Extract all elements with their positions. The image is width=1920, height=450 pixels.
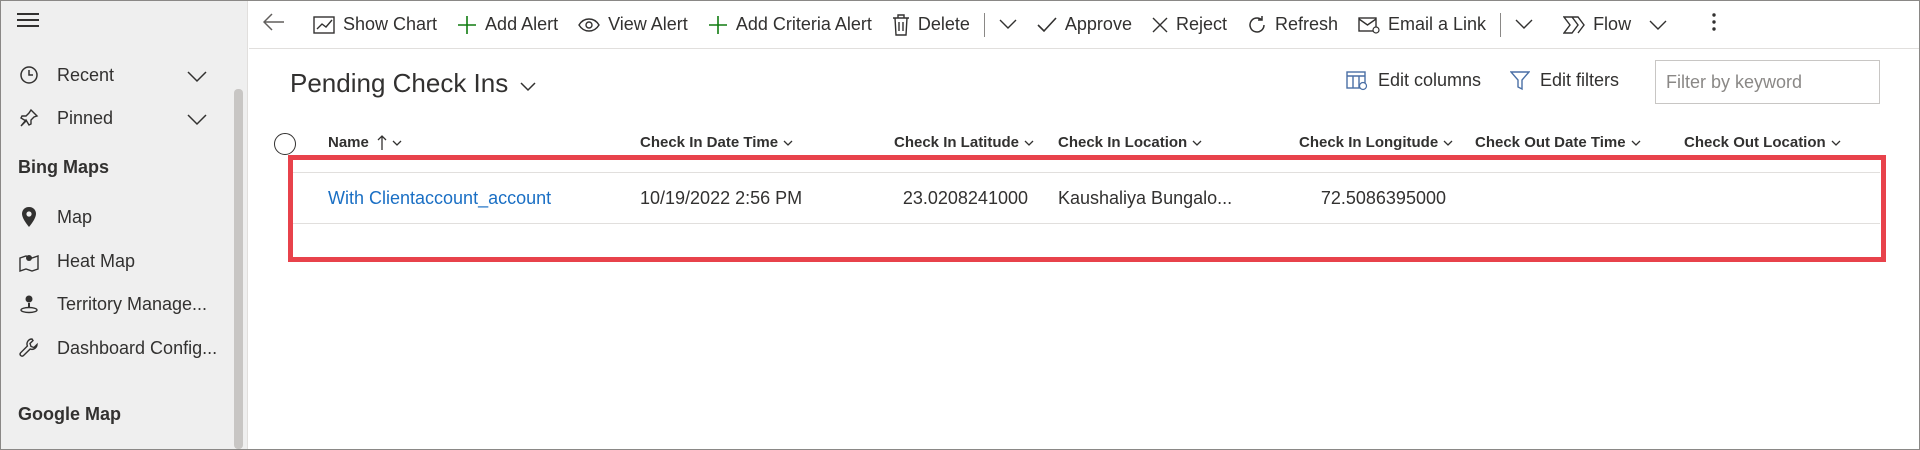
- close-icon: [1152, 17, 1168, 33]
- delete-button[interactable]: Delete: [882, 5, 980, 45]
- hamburger-menu-icon[interactable]: [17, 13, 39, 29]
- back-arrow-icon: [262, 13, 285, 36]
- sidebar-item-label: Recent: [57, 64, 115, 85]
- filter-icon: [1510, 70, 1530, 91]
- plus-icon: [457, 15, 477, 35]
- sidebar-item-label: Territory Manage...: [57, 293, 208, 314]
- chart-icon: [313, 15, 335, 35]
- checkmark-icon: [1037, 16, 1057, 33]
- edit-columns-icon: [1346, 70, 1368, 91]
- sort-ascending-icon: [377, 134, 387, 151]
- sidebar-item-dashboard-config[interactable]: Dashboard Config...: [1, 328, 233, 368]
- sidebar-item-recent[interactable]: Recent: [1, 55, 233, 95]
- column-header-check-out-date-time[interactable]: Check Out Date Time: [1475, 134, 1641, 151]
- sidebar-item-label: Pinned: [57, 107, 114, 128]
- flow-icon: [1563, 15, 1585, 34]
- chevron-down-icon: [392, 140, 402, 146]
- sidebar: Recent Pinned Bing Maps Map Heat Map Ter…: [1, 1, 248, 449]
- column-header-name[interactable]: Name: [328, 134, 402, 151]
- plus-icon: [708, 15, 728, 35]
- email-icon: [1358, 16, 1380, 34]
- column-header-check-in-latitude[interactable]: Check In Latitude: [894, 134, 1034, 151]
- email-link-button[interactable]: Email a Link: [1348, 5, 1496, 45]
- chevron-down-icon[interactable]: [187, 110, 207, 131]
- sidebar-item-territory-management[interactable]: Territory Manage...: [1, 284, 233, 324]
- approve-button[interactable]: Approve: [1027, 5, 1142, 45]
- wrench-icon: [17, 336, 41, 360]
- sidebar-item-heat-map[interactable]: Heat Map: [1, 241, 233, 281]
- reject-button[interactable]: Reject: [1142, 5, 1237, 45]
- column-header-check-out-location[interactable]: Check Out Location: [1684, 134, 1841, 151]
- clock-icon: [17, 63, 41, 87]
- view-alert-button[interactable]: View Alert: [568, 5, 698, 45]
- page-title: Pending Check Ins: [290, 68, 509, 98]
- chevron-down-icon: [999, 16, 1017, 34]
- more-email-options-button[interactable]: [1505, 5, 1543, 45]
- territory-icon: [17, 292, 41, 316]
- chevron-down-icon: [1631, 140, 1641, 146]
- filter-keyword-input[interactable]: [1655, 60, 1880, 104]
- sidebar-group-heading: Bing Maps: [18, 157, 110, 177]
- select-all-checkbox[interactable]: [274, 133, 296, 155]
- trash-icon: [892, 13, 910, 36]
- pin-icon: [17, 106, 41, 130]
- sidebar-item-label: Heat Map: [57, 250, 136, 271]
- divider: [983, 12, 985, 37]
- back-button[interactable]: [249, 5, 303, 45]
- eye-icon: [578, 17, 600, 32]
- chevron-down-icon: [1649, 20, 1667, 30]
- more-commands-button[interactable]: [1701, 5, 1727, 45]
- chevron-down-icon: [520, 68, 536, 99]
- divider: [1500, 12, 1502, 37]
- edit-columns-button[interactable]: Edit columns: [1346, 70, 1481, 91]
- sidebar-item-map[interactable]: Map: [1, 197, 233, 237]
- location-pin-icon: [17, 205, 41, 229]
- chevron-down-icon: [1443, 140, 1453, 146]
- sidebar-group-heading: Google Map: [18, 404, 121, 424]
- show-chart-button[interactable]: Show Chart: [303, 5, 447, 45]
- refresh-button[interactable]: Refresh: [1237, 5, 1348, 45]
- column-header-check-in-location[interactable]: Check In Location: [1058, 134, 1202, 151]
- chevron-down-icon: [1024, 140, 1034, 146]
- highlight-box: [288, 155, 1886, 262]
- more-vertical-icon: [1711, 12, 1717, 37]
- sidebar-item-pinned[interactable]: Pinned: [1, 98, 233, 138]
- chevron-down-icon: [783, 140, 793, 146]
- edit-filters-button[interactable]: Edit filters: [1510, 70, 1619, 91]
- heat-map-icon: [17, 249, 41, 273]
- sidebar-item-label: Map: [57, 206, 93, 227]
- column-header-check-in-longitude[interactable]: Check In Longitude: [1299, 134, 1453, 151]
- chevron-down-icon: [1192, 140, 1202, 146]
- chevron-down-icon: [1515, 16, 1533, 34]
- add-alert-button[interactable]: Add Alert: [447, 5, 568, 45]
- more-delete-options-button[interactable]: [989, 5, 1027, 45]
- refresh-icon: [1247, 15, 1267, 35]
- sidebar-scrollbar[interactable]: [234, 89, 243, 449]
- column-header-check-in-date-time[interactable]: Check In Date Time: [640, 134, 793, 151]
- command-bar: Show Chart Add Alert View Alert Add Crit…: [249, 1, 1919, 49]
- sidebar-item-label: Dashboard Config...: [57, 337, 218, 358]
- chevron-down-icon[interactable]: [187, 67, 207, 88]
- view-selector[interactable]: Pending Check Ins: [290, 68, 536, 99]
- flow-button[interactable]: Flow: [1553, 5, 1677, 45]
- add-criteria-alert-button[interactable]: Add Criteria Alert: [698, 5, 882, 45]
- chevron-down-icon: [1831, 140, 1841, 146]
